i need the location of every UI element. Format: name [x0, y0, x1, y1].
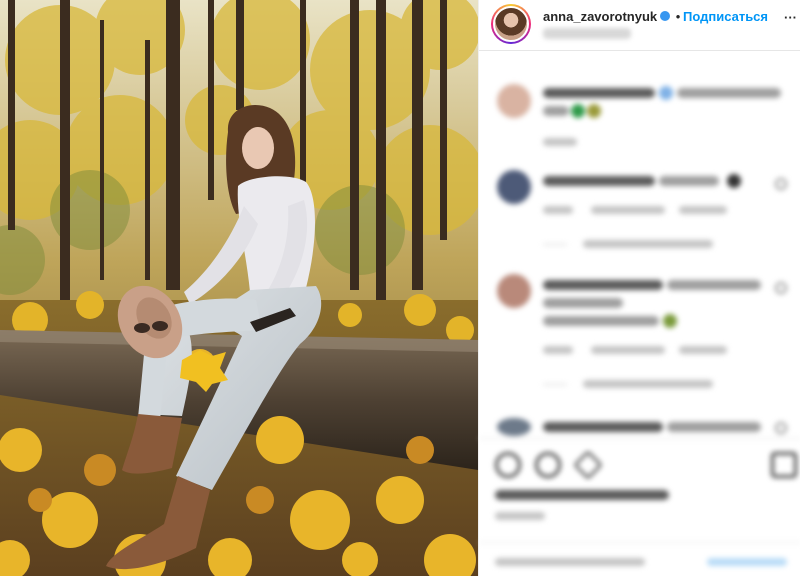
comment-avatar: [497, 418, 531, 436]
like-heart-icon[interactable]: [775, 178, 787, 190]
comment-avatar: [497, 274, 531, 308]
replies-line: [543, 384, 567, 385]
comment-meta-placeholder: [543, 138, 577, 146]
actions-divider: [479, 438, 800, 439]
user-avatar[interactable]: [491, 4, 531, 44]
comment-meta-placeholder: [679, 346, 727, 354]
replies-line: [543, 244, 567, 245]
comment-author-placeholder: [543, 280, 663, 290]
emoji-icon: [663, 314, 677, 328]
comments-blurred: [479, 56, 800, 576]
comment-meta-placeholder: [591, 346, 665, 354]
comment-avatar: [497, 170, 531, 204]
comment-text-placeholder: [659, 176, 719, 186]
comment-avatar: [497, 84, 531, 118]
comment-icon[interactable]: [535, 452, 561, 478]
comment-meta-placeholder: [543, 206, 573, 214]
avatar-image: [493, 6, 529, 42]
view-replies-placeholder[interactable]: [583, 380, 713, 388]
header-separator: •: [675, 9, 681, 24]
post-side-panel: anna_zavorotnyuk • Подписаться ···: [478, 0, 800, 576]
username-link[interactable]: anna_zavorotnyuk •: [543, 9, 682, 24]
post-header: anna_zavorotnyuk • Подписаться ···: [479, 0, 800, 50]
share-icon[interactable]: [573, 450, 603, 480]
follow-button[interactable]: Подписаться: [683, 9, 768, 24]
ellipsis-icon[interactable]: ···: [784, 10, 797, 25]
verified-badge-icon: [660, 11, 671, 21]
comment-text-placeholder: [667, 422, 761, 432]
input-divider: [479, 542, 800, 543]
comment-text-placeholder: [543, 316, 659, 326]
like-icon[interactable]: [495, 452, 521, 478]
emoji-icon: [659, 86, 673, 100]
likes-count-placeholder: [495, 490, 669, 500]
add-comment-placeholder[interactable]: [495, 558, 645, 566]
emoji-icon: [587, 104, 601, 118]
comment-text-placeholder: [543, 106, 569, 116]
comment-meta-placeholder: [591, 206, 665, 214]
comment-meta-placeholder: [543, 346, 573, 354]
comment-text-placeholder: [543, 298, 623, 308]
comment-author-placeholder: [543, 422, 663, 432]
comment-author-placeholder: [543, 176, 655, 186]
view-replies-placeholder[interactable]: [583, 240, 713, 248]
location-placeholder-blurred: [543, 28, 631, 39]
like-heart-icon[interactable]: [775, 422, 787, 434]
publish-button-placeholder[interactable]: [707, 558, 787, 566]
comment-text-placeholder: [677, 88, 781, 98]
emoji-icon: [571, 104, 585, 118]
post-photo[interactable]: [0, 0, 478, 576]
photo-scene: [0, 0, 478, 576]
bookmark-icon[interactable]: [771, 452, 797, 478]
emoji-icon: [727, 174, 741, 188]
comment-meta-placeholder: [679, 206, 727, 214]
header-divider: [479, 50, 800, 51]
like-heart-icon[interactable]: [775, 282, 787, 294]
post-date-placeholder: [495, 512, 545, 520]
comment-author-placeholder: [543, 88, 655, 98]
comment-text-placeholder: [667, 280, 761, 290]
username-text: anna_zavorotnyuk: [543, 9, 658, 24]
